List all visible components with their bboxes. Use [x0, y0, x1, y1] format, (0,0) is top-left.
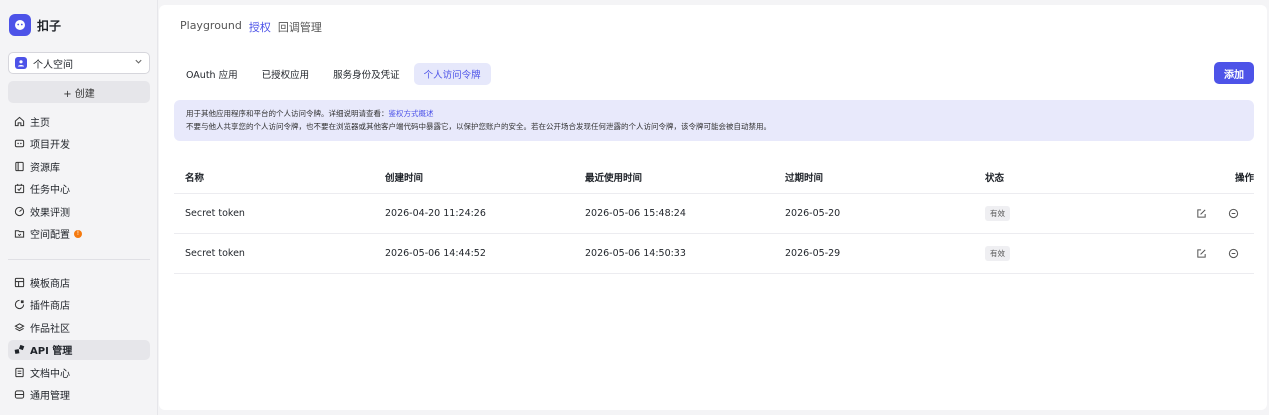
disable-icon[interactable] [1228, 248, 1239, 259]
status-badge: 有效 [985, 246, 1010, 261]
sidebar-item-label: 文档中心 [30, 368, 70, 380]
token-created: 2026-04-20 11:24:26 [385, 208, 486, 219]
sidebar-item-label: 资源库 [30, 162, 60, 174]
template-icon [14, 277, 25, 288]
sidebar-item-project[interactable]: 项目开发 [8, 134, 150, 154]
main-panel: Playground 授权 回调管理 OAuth 应用 已授权应用 服务身份及凭… [159, 5, 1267, 410]
edit-icon[interactable] [1196, 208, 1207, 219]
sidebar-item-doc[interactable]: 文档中心 [8, 362, 150, 382]
status-badge: 有效 [985, 206, 1010, 221]
space-label: 个人空间 [33, 59, 73, 71]
library-icon [14, 161, 25, 172]
col-actions: 操作 [1234, 172, 1254, 184]
sidebar-item-community[interactable]: 作品社区 [8, 317, 150, 337]
token-status: 有效 [985, 194, 1010, 233]
api-icon [14, 344, 25, 355]
user-icon [15, 57, 27, 69]
col-name: 名称 [185, 172, 205, 184]
sidebar-item-api[interactable]: API 管理 [8, 339, 150, 360]
brand-name: 扣子 [37, 18, 62, 33]
token-status: 有效 [985, 234, 1010, 273]
tab-service-identity[interactable]: 服务身份及凭证 [323, 63, 410, 85]
space-selector[interactable]: 个人空间 [8, 52, 150, 74]
disable-icon[interactable] [1228, 208, 1239, 219]
crumb-authorization[interactable]: 授权 [249, 19, 271, 35]
sidebar-item-label: 任务中心 [30, 185, 70, 196]
token-name: Secret token [185, 248, 245, 259]
col-status: 状态 [985, 172, 1005, 184]
col-last-used: 最近使用时间 [585, 172, 643, 184]
token-expires: 2026-05-20 [785, 208, 841, 219]
edit-icon[interactable] [1196, 248, 1207, 259]
plugin-icon [14, 299, 25, 310]
sidebar-item-label: 主页 [30, 117, 50, 129]
space-config-icon [14, 228, 25, 239]
table-row: Secret token 2026-04-20 11:24:26 2026-05-0… [174, 194, 1254, 234]
token-created: 2026-05-06 14:44:52 [385, 248, 486, 259]
table-row: Secret token 2026-05-06 14:44:52 2026-05-0… [174, 234, 1254, 274]
token-expires: 2026-05-29 [785, 248, 841, 259]
sidebar: 扣子 个人空间 + 创建 主页项目开发资源库任务中心效果评测空间配置! 模板商店… [0, 0, 158, 415]
token-last-used: 2026-05-06 15:48:24 [585, 208, 686, 219]
sidebar-item-evaluate[interactable]: 效果评测 [8, 201, 150, 221]
notice-line1: 用于其他应用程序和平台的个人访问令牌。详细说明请查看： [186, 109, 389, 118]
create-button[interactable]: + 创建 [8, 81, 150, 103]
crumb-playground[interactable]: Playground [180, 19, 242, 35]
notice-banner: 用于其他应用程序和平台的个人访问令牌。详细说明请查看：鉴权方式概述 不要与他人共… [174, 100, 1254, 141]
sidebar-item-label: 效果评测 [30, 207, 70, 219]
tab-authorized-apps[interactable]: 已授权应用 [252, 63, 320, 85]
sidebar-item-label: 空间配置 [30, 230, 70, 241]
tab-bar: OAuth 应用 已授权应用 服务身份及凭证 个人访问令牌 [176, 63, 495, 85]
sidebar-item-template[interactable]: 模板商店 [8, 272, 150, 292]
chevron-down-icon [134, 57, 143, 69]
community-icon [14, 322, 25, 333]
evaluate-icon [14, 206, 25, 217]
crumb-callback[interactable]: 回调管理 [278, 19, 322, 35]
token-table: 名称 创建时间 最近使用时间 过期时间 状态 操作 Secret token 20… [174, 160, 1254, 274]
sidebar-item-general[interactable]: 通用管理 [8, 385, 150, 405]
notice-line2: 不要与他人共享您的个人访问令牌，也不要在浏览器或其他客户端代码中暴露它，以保护您… [186, 122, 771, 131]
tab-oauth-apps[interactable]: OAuth 应用 [176, 63, 248, 85]
general-icon [14, 389, 25, 400]
sidebar-divider [8, 259, 150, 260]
sidebar-item-label: 作品社区 [30, 323, 70, 335]
project-icon [14, 138, 25, 149]
col-created: 创建时间 [385, 172, 424, 184]
token-name: Secret token [185, 208, 245, 219]
alert-dot-icon: ! [74, 229, 82, 238]
token-last-used: 2026-05-06 14:50:33 [585, 248, 686, 259]
sidebar-item-label: 插件商店 [30, 301, 70, 312]
sidebar-item-label: 模板商店 [30, 278, 70, 290]
sidebar-item-task[interactable]: 任务中心 [8, 179, 150, 199]
home-icon [14, 116, 25, 127]
tab-personal-access-token[interactable]: 个人访问令牌 [413, 63, 491, 85]
auth-overview-link[interactable]: 鉴权方式概述 [389, 109, 434, 118]
task-icon [14, 183, 25, 194]
breadcrumb: Playground 授权 回调管理 [180, 19, 329, 35]
add-button[interactable]: 添加 [1214, 62, 1254, 84]
sidebar-item-home[interactable]: 主页 [8, 111, 150, 131]
brand[interactable]: 扣子 [9, 14, 61, 36]
table-header: 名称 创建时间 最近使用时间 过期时间 状态 操作 [174, 160, 1254, 194]
sidebar-item-plugin[interactable]: 插件商店 [8, 295, 150, 315]
sidebar-item-label: 项目开发 [30, 140, 70, 151]
doc-icon [14, 367, 25, 378]
coze-logo-icon [9, 14, 31, 36]
sidebar-item-library[interactable]: 资源库 [8, 156, 150, 176]
sidebar-item-label: API 管理 [30, 346, 73, 357]
sidebar-item-label: 通用管理 [30, 391, 70, 402]
sidebar-item-space-config[interactable]: 空间配置! [8, 224, 150, 244]
col-expires: 过期时间 [785, 172, 824, 184]
